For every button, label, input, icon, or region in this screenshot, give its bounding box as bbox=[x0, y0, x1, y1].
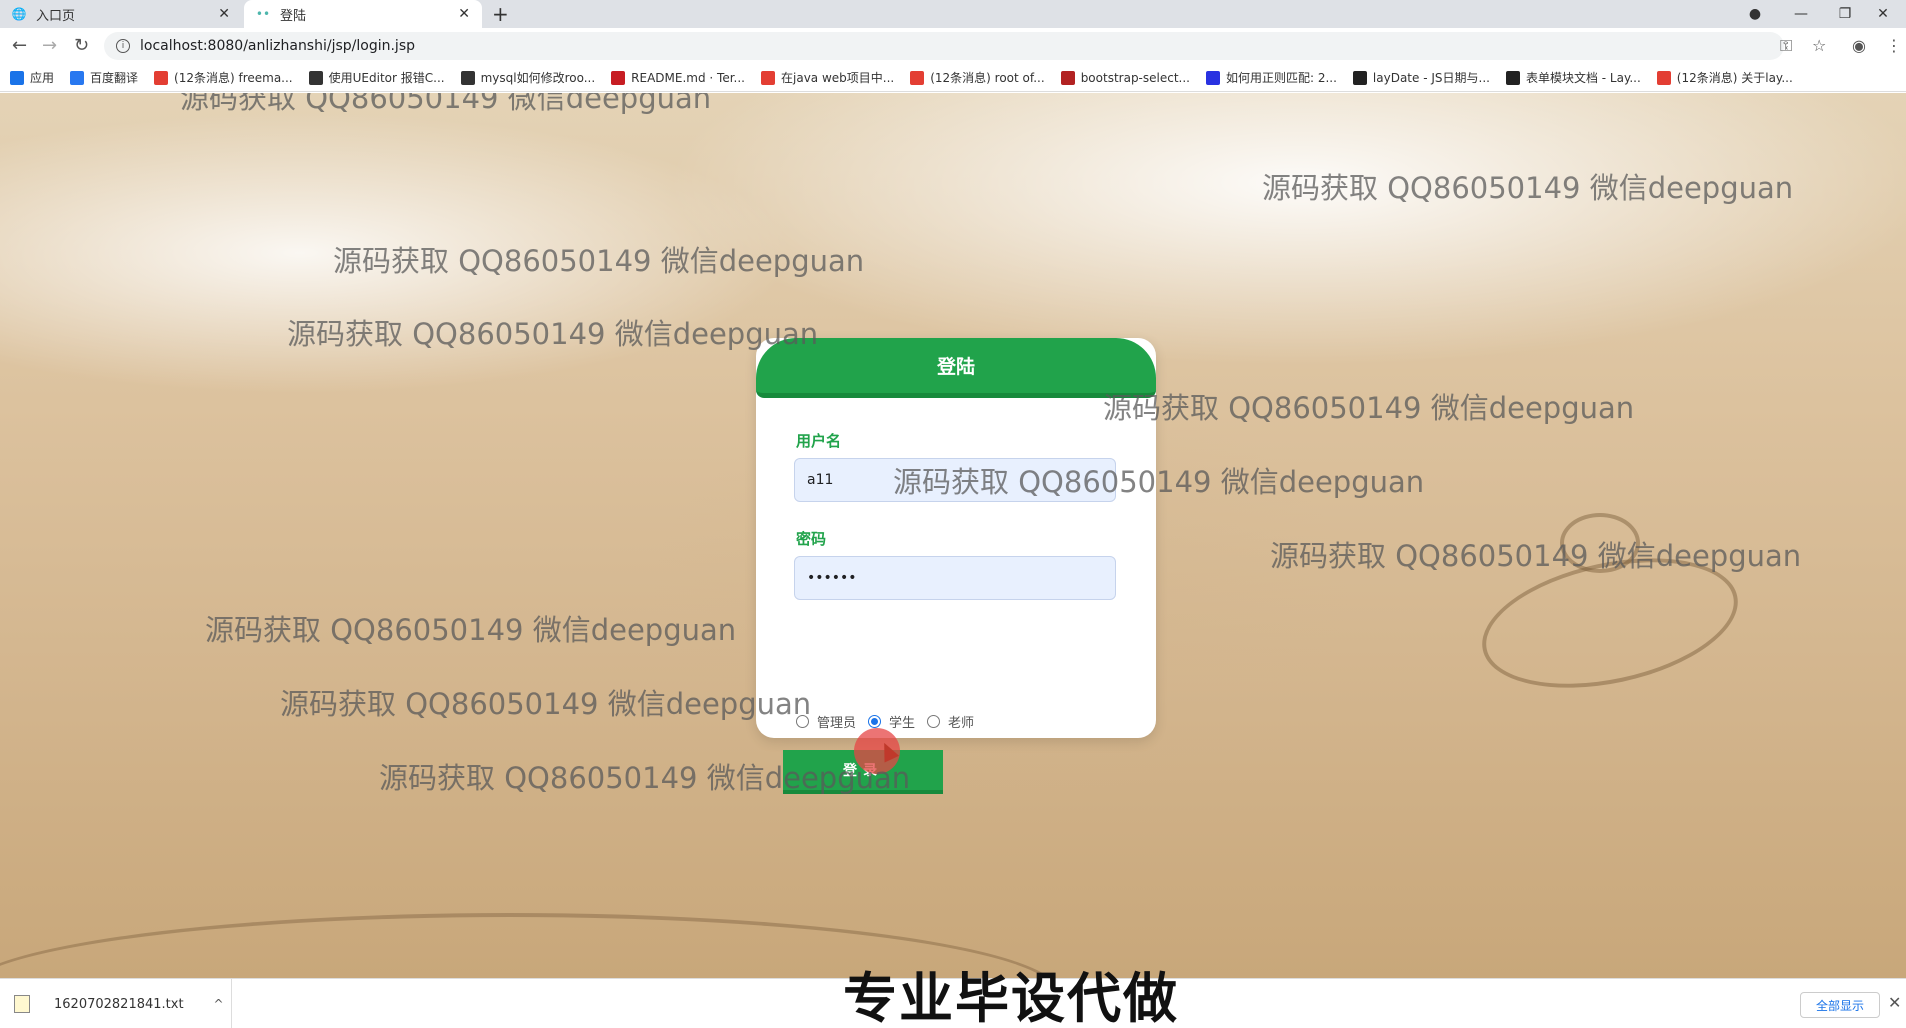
chevron-up-icon[interactable]: ^ bbox=[214, 997, 224, 1011]
key-icon[interactable]: ⚿ bbox=[1780, 36, 1792, 56]
watermark: 源码获取 QQ86050149 微信deepguan bbox=[379, 761, 911, 795]
bookmark-label: bootstrap-select... bbox=[1080, 70, 1190, 85]
bookmark-item[interactable]: bootstrap-select... bbox=[1060, 70, 1190, 85]
bookmark-label: 如何用正则匹配: 2... bbox=[1225, 71, 1337, 85]
layui-icon bbox=[1352, 70, 1367, 85]
tab-login[interactable]: •• 登陆 ✕ bbox=[244, 0, 482, 28]
bookmark-label: mysql如何修改roo... bbox=[480, 71, 596, 85]
csdn-icon bbox=[910, 70, 925, 85]
watermark: 源码获取 QQ86050149 微信deepguan bbox=[205, 613, 737, 647]
close-download-bar-icon[interactable]: ✕ bbox=[1888, 993, 1901, 1012]
baidu-paw-icon bbox=[1205, 70, 1220, 85]
account-icon[interactable]: ◉ bbox=[1852, 36, 1866, 55]
csdn-icon bbox=[154, 70, 169, 85]
menu-dots-icon[interactable]: ⋮ bbox=[1886, 36, 1902, 55]
role-label: 管理员 bbox=[817, 716, 857, 731]
tab-entry-page[interactable]: 🌐 入口页 ✕ bbox=[0, 0, 242, 28]
url-text: localhost:8080/anlizhanshi/jsp/login.jsp bbox=[140, 38, 415, 54]
role-radio[interactable] bbox=[868, 715, 882, 728]
cnblogs-icon bbox=[1060, 70, 1075, 85]
forward-arrow-icon[interactable]: → bbox=[42, 35, 57, 56]
bookmark-item[interactable]: 应用 bbox=[10, 69, 54, 86]
reload-icon[interactable]: ↻ bbox=[74, 35, 89, 56]
bookmark-label: (12条消息) freema... bbox=[174, 71, 293, 85]
bookmark-item[interactable]: 百度翻译 bbox=[70, 69, 138, 86]
csdn-icon bbox=[761, 70, 775, 85]
url-field[interactable]: i localhost:8080/anlizhanshi/jsp/login.j… bbox=[104, 32, 1784, 60]
bookmark-label: (12条消息) root of... bbox=[930, 71, 1045, 85]
watermark: 源码获取 QQ86050149 微信deepguan bbox=[280, 687, 812, 721]
bookmark-item[interactable]: 使用UEditor 报错C... bbox=[308, 69, 445, 86]
watermark: 源码获取 QQ86050149 微信deepguan bbox=[180, 93, 712, 115]
apps-grid-icon bbox=[10, 70, 24, 85]
bookmark-item[interactable]: mysql如何修改roo... bbox=[460, 69, 596, 86]
bookmark-label: 使用UEditor 报错C... bbox=[328, 71, 445, 85]
bookmark-item[interactable]: (12条消息) 关于lay... bbox=[1656, 69, 1793, 86]
bookmark-item[interactable]: 在java web项目中... bbox=[761, 69, 894, 86]
bookmark-label: 表单模块文档 - Lay... bbox=[1525, 71, 1641, 85]
login-card: 登陆 用户名 密码 管理员学生老师 登录 bbox=[756, 338, 1156, 794]
layui-icon bbox=[1505, 70, 1520, 85]
download-filename: 1620702821841.txt bbox=[54, 996, 184, 1012]
info-icon[interactable]: i bbox=[116, 39, 130, 53]
watermark: 源码获取 QQ86050149 微信deepguan bbox=[333, 244, 865, 278]
password-input[interactable] bbox=[794, 556, 1116, 600]
lambda-icon bbox=[460, 70, 475, 85]
close-tab-icon[interactable]: ✕ bbox=[458, 6, 470, 22]
star-icon[interactable]: ☆ bbox=[1812, 36, 1826, 55]
close-tab-icon[interactable]: ✕ bbox=[218, 6, 230, 22]
watermark: 源码获取 QQ86050149 微信deepguan bbox=[1262, 171, 1794, 205]
close-window-button[interactable]: ✕ bbox=[1860, 0, 1906, 28]
promo-banner: 专业毕设代做 bbox=[843, 967, 1179, 1028]
watermark: 源码获取 QQ86050149 微信deepguan bbox=[1103, 391, 1635, 425]
tab-strip: 🌐 入口页 ✕ •• 登陆 ✕ + ● — ❐ ✕ bbox=[0, 0, 1906, 28]
bookmark-item[interactable]: (12条消息) freema... bbox=[154, 69, 293, 86]
address-bar: ← → ↻ i localhost:8080/anlizhanshi/jsp/l… bbox=[0, 28, 1906, 64]
bookmark-item[interactable]: layDate - JS日期与... bbox=[1352, 69, 1490, 86]
role-option[interactable]: 老师 bbox=[927, 712, 974, 731]
baidu-translate-icon bbox=[70, 70, 85, 85]
tab-label: 入口页 bbox=[36, 8, 76, 24]
password-label: 密码 bbox=[796, 530, 827, 548]
bookmark-item[interactable]: (12条消息) root of... bbox=[910, 69, 1045, 86]
tab-label: 登陆 bbox=[280, 8, 307, 24]
download-item[interactable]: 1620702821841.txt ^ bbox=[0, 979, 232, 1028]
show-all-button[interactable]: 全部显示 bbox=[1800, 992, 1880, 1018]
minimize-button[interactable]: — bbox=[1778, 0, 1824, 28]
lambda-icon bbox=[308, 70, 323, 85]
login-page: 登陆 用户名 密码 管理员学生老师 登录 源码获取 QQ86050149 微信d… bbox=[0, 93, 1906, 978]
bookmark-label: 百度翻译 bbox=[90, 71, 139, 85]
bookmark-item[interactable]: 表单模块文档 - Lay... bbox=[1505, 69, 1641, 86]
globe-icon: 🌐 bbox=[11, 7, 27, 21]
csdn-icon bbox=[1656, 70, 1671, 85]
dots-loading-icon: •• bbox=[255, 7, 271, 21]
role-radio[interactable] bbox=[927, 715, 941, 728]
watermark: 源码获取 QQ86050149 微信deepguan bbox=[893, 465, 1425, 499]
bookmark-item[interactable]: README.md · Ter... bbox=[611, 70, 745, 85]
gitee-icon bbox=[611, 70, 626, 85]
watermark: 源码获取 QQ86050149 微信deepguan bbox=[287, 317, 819, 351]
watermark: 源码获取 QQ86050149 微信deepguan bbox=[1270, 539, 1802, 573]
back-arrow-icon[interactable]: ← bbox=[12, 35, 27, 56]
role-selector: 管理员 学生 老师 bbox=[796, 712, 986, 731]
role-label: 老师 bbox=[948, 716, 975, 731]
bookmark-label: layDate - JS日期与... bbox=[1372, 71, 1490, 85]
bookmark-label: 应用 bbox=[30, 71, 55, 85]
bookmark-item[interactable]: 如何用正则匹配: 2... bbox=[1205, 69, 1337, 86]
bookmark-label: 在java web项目中... bbox=[781, 71, 895, 85]
profile-menu-icon[interactable]: ● bbox=[1732, 0, 1778, 28]
bookmark-label: README.md · Ter... bbox=[631, 70, 745, 85]
username-label: 用户名 bbox=[796, 432, 842, 450]
text-file-icon bbox=[14, 995, 30, 1013]
bookmarks-bar: 应用 百度翻译 (12条消息) freema... 使用UEditor 报错C... m… bbox=[0, 64, 1906, 92]
role-label: 学生 bbox=[889, 716, 916, 731]
new-tab-button[interactable]: + bbox=[492, 2, 509, 26]
bookmark-label: (12条消息) 关于lay... bbox=[1676, 71, 1793, 85]
